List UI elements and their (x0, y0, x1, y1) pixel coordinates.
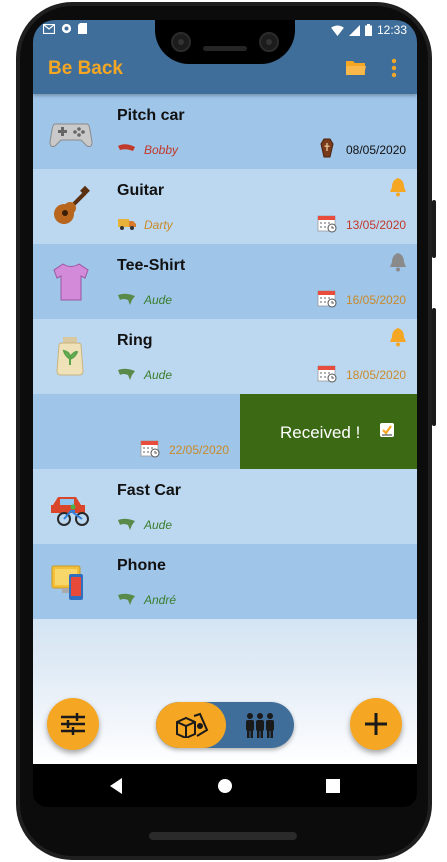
app-title: Be Back (48, 58, 123, 79)
lent-to-icon (118, 293, 135, 305)
list-item[interactable]: Guitar Darty 13/05/2020 (33, 169, 417, 244)
item-person: André (144, 593, 177, 607)
calendar-icon (317, 215, 337, 233)
toggle-objects-active[interactable] (156, 702, 226, 748)
bottom-speaker (149, 832, 297, 840)
sync-icon (61, 23, 72, 34)
lent-to-icon (118, 144, 135, 151)
front-camera-left (171, 32, 191, 52)
calendar-icon (317, 365, 337, 383)
view-toggle[interactable] (156, 702, 294, 748)
item-title: Ring (117, 332, 153, 349)
tune-icon (61, 713, 85, 735)
guitar-icon (54, 185, 90, 224)
volume-button (432, 308, 436, 426)
home-icon[interactable] (217, 778, 233, 794)
calendar-icon (140, 440, 160, 458)
bell-icon[interactable] (389, 177, 407, 197)
item-person: Aude (144, 368, 173, 382)
screen: 12:33 Be Back Pitch car Bobby 08/05/2020… (33, 20, 417, 807)
filter-button[interactable] (47, 698, 99, 750)
add-item-button[interactable] (350, 698, 402, 750)
objects-icon (176, 712, 209, 738)
sd-card-icon (78, 23, 87, 34)
item-person: Aude (144, 293, 173, 307)
lent-to-icon (118, 368, 135, 380)
item-person: Darty (144, 218, 173, 232)
item-title: Guitar (117, 182, 165, 199)
list-item[interactable]: Fast Car Aude (33, 469, 417, 544)
jar-icon (56, 337, 84, 376)
camera-notch (155, 20, 295, 64)
item-date: 22/05/2020 (169, 443, 230, 457)
list-item[interactable]: Pitch car Bobby 08/05/2020 (33, 94, 417, 169)
item-title: Pitch car (117, 107, 185, 124)
item-date: 16/05/2020 (346, 293, 407, 307)
item-date: 13/05/2020 (346, 218, 407, 232)
back-icon[interactable] (109, 778, 123, 794)
received-action[interactable]: Received ! (240, 394, 417, 469)
bell-icon[interactable] (389, 327, 407, 347)
system-nav-bar (33, 764, 417, 807)
item-person: Bobby (144, 143, 179, 157)
bell-muted-icon[interactable] (389, 252, 407, 272)
checkbox-checked-icon[interactable] (380, 423, 394, 437)
list-item[interactable]: Ring Aude 18/05/2020 (33, 319, 417, 394)
earpiece-speaker (203, 46, 247, 51)
devices-icon (51, 565, 83, 600)
swiped-list-item[interactable]: 22/05/2020 Received ! (33, 394, 417, 469)
battery-icon (364, 24, 372, 36)
items-list: Pitch car Bobby 08/05/2020 Guitar Darty … (33, 94, 417, 764)
truck-icon (118, 219, 136, 230)
wifi-icon (331, 24, 344, 36)
lent-to-icon (118, 593, 135, 605)
power-button (432, 200, 436, 258)
tshirt-icon (53, 263, 89, 301)
folder-icon[interactable] (345, 59, 367, 77)
list-item[interactable]: Tee-Shirt Aude 16/05/2020 (33, 244, 417, 319)
received-label: Received ! (280, 423, 361, 442)
overflow-menu-icon[interactable] (391, 58, 397, 78)
front-camera-right (259, 32, 279, 52)
swiped-item-content[interactable]: 22/05/2020 (33, 394, 240, 469)
lent-to-icon (118, 518, 135, 530)
list-item[interactable]: Phone André (33, 544, 417, 619)
item-person: Aude (144, 518, 173, 532)
status-time: 12:33 (376, 23, 407, 37)
people-icon[interactable] (244, 712, 276, 738)
item-title: Fast Car (117, 482, 182, 499)
item-date: 08/05/2020 (346, 143, 407, 157)
car-bike-icon (51, 497, 89, 526)
signal-icon (348, 24, 360, 36)
gamepad-icon (49, 123, 93, 147)
recents-icon[interactable] (326, 779, 340, 793)
calendar-icon (317, 290, 337, 308)
item-title: Tee-Shirt (117, 257, 186, 274)
gmail-icon (43, 23, 55, 34)
coffin-icon (320, 138, 334, 158)
plus-icon (365, 713, 387, 735)
item-title: Phone (117, 557, 166, 574)
item-date: 18/05/2020 (346, 368, 407, 382)
